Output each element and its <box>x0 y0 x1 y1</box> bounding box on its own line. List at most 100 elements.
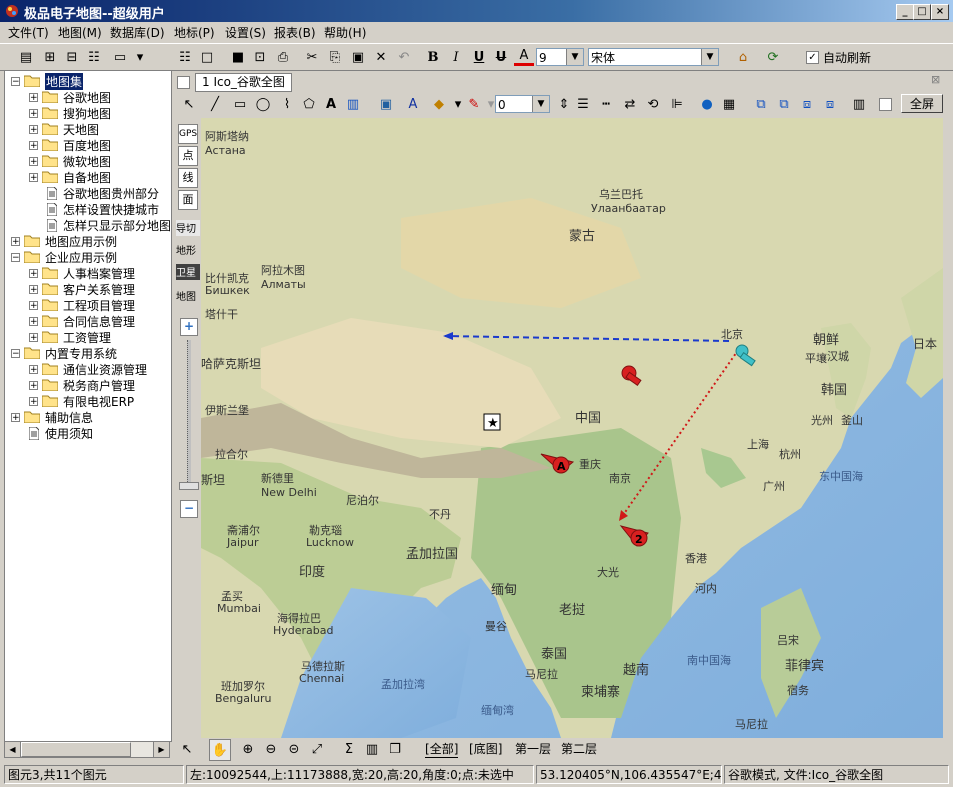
tree-item-hr[interactable]: + 人事档案管理 <box>29 265 135 281</box>
undo-icon[interactable]: ↶ <box>394 47 414 67</box>
zoom-out-button[interactable]: − <box>180 500 198 518</box>
sum-icon[interactable]: Σ <box>339 739 359 759</box>
text-tool-icon[interactable]: A <box>321 94 341 114</box>
map-mode-map[interactable]: 地图 <box>176 288 200 304</box>
copy-icon[interactable]: ⎘ <box>325 47 345 67</box>
line-width-input[interactable]: 0 ▼ <box>495 95 550 113</box>
home-icon[interactable]: ⌂ <box>733 47 753 67</box>
expand-icon[interactable]: + <box>29 172 38 182</box>
layer-tab-second[interactable]: 第二层 <box>561 740 597 757</box>
save-icon[interactable]: ■ <box>228 47 248 67</box>
pointer-icon[interactable]: ↖ <box>177 739 197 759</box>
scroll-right-icon[interactable]: ▶ <box>153 742 169 757</box>
collapse-icon[interactable]: − <box>11 76 20 86</box>
align-icon[interactable]: ⊫ <box>667 94 687 114</box>
expand-icon[interactable]: + <box>29 396 38 406</box>
expand-icon[interactable]: + <box>29 268 38 278</box>
expand-icon[interactable]: + <box>29 108 38 118</box>
strikethrough-icon[interactable]: U <box>491 47 511 67</box>
ungroup-icon[interactable]: ⧈ <box>820 94 840 114</box>
tree-item-contracts[interactable]: + 合同信息管理 <box>29 313 135 329</box>
layer-tab-first[interactable]: 第一层 <box>515 740 551 757</box>
point-button[interactable]: 点 <box>178 146 198 166</box>
map-tree[interactable]: − 地图集 + 谷歌地图 + 搜狗地图 + 天地图 + 百度地图 + 微软地图 + 自备地图… <box>4 70 172 742</box>
menu-landmark[interactable]: 地标(P) <box>174 24 215 41</box>
map-mode-satellite[interactable]: 卫星 <box>176 264 200 280</box>
refresh-icon[interactable]: ⟳ <box>763 47 783 67</box>
bold-icon[interactable]: B <box>423 47 443 67</box>
fullscreen-button[interactable]: 全屏 <box>901 94 943 113</box>
cut-icon[interactable]: ✂ <box>302 47 322 67</box>
expand-icon[interactable]: + <box>29 364 38 374</box>
dash-style-icon[interactable]: ┅ <box>596 94 616 114</box>
tree-group-map-examples[interactable]: + 地图应用示例 <box>11 233 117 249</box>
open-folder-icon[interactable]: ▭ <box>110 47 130 67</box>
expand-icon[interactable]: + <box>29 300 38 310</box>
tree-group-enterprise[interactable]: − 企业应用示例 <box>11 249 117 265</box>
italic-icon[interactable]: I <box>446 47 466 67</box>
tree-doc[interactable]: 怎样设置快捷城市 <box>47 201 159 217</box>
tree-group-aux[interactable]: + 辅助信息 <box>11 409 93 425</box>
spinner-icon[interactable]: ⇕ <box>554 94 574 114</box>
tree-horizontal-scrollbar[interactable]: ◀ ▶ <box>4 741 170 758</box>
window-icon[interactable]: ❐ <box>385 739 405 759</box>
scroll-thumb[interactable] <box>21 742 131 757</box>
map-canvas[interactable]: A 2 ★ 阿斯塔纳 Астана 乌兰巴托 Улаанбаатар 蒙古 比什… <box>201 118 943 738</box>
font-name-select[interactable]: 宋体 ▼ <box>588 48 719 66</box>
close-button[interactable]: × <box>931 4 949 20</box>
tree-item-payroll[interactable]: + 工资管理 <box>29 329 111 345</box>
tree-expand-icon[interactable]: ⊞ <box>40 47 60 67</box>
zoom-extent-icon[interactable]: ⤢ <box>307 739 327 759</box>
ellipse-tool-icon[interactable]: ◯ <box>253 94 273 114</box>
polyline-tool-icon[interactable]: ⌇ <box>277 94 297 114</box>
option-checkbox[interactable] <box>879 98 892 111</box>
zoom-in-button[interactable]: + <box>180 318 198 336</box>
zoom-slider-track[interactable] <box>187 340 191 488</box>
font-color-icon[interactable]: A <box>514 47 534 66</box>
map-mode-switch[interactable]: 导切 <box>176 220 200 236</box>
chart-icon[interactable]: ▥ <box>362 739 382 759</box>
menu-file[interactable]: 文件(T) <box>8 24 49 41</box>
document-tab[interactable]: 1 Ico_谷歌全图 <box>195 73 292 92</box>
expand-icon[interactable]: + <box>29 316 38 326</box>
line-style-icon[interactable]: ☰ <box>573 94 593 114</box>
expand-icon[interactable]: + <box>29 140 38 150</box>
doc-select-checkbox[interactable] <box>177 76 190 89</box>
expand-icon[interactable]: + <box>29 156 38 166</box>
tree-item-tax[interactable]: + 税务商户管理 <box>29 377 135 393</box>
tree-item-sogou[interactable]: + 搜狗地图 <box>29 105 111 121</box>
image-tool-icon[interactable]: ▣ <box>376 94 396 114</box>
expand-icon[interactable]: + <box>11 236 20 246</box>
zoom-in-icon[interactable]: ⊕ <box>238 739 258 759</box>
layout-icon[interactable]: ▤ <box>16 47 36 67</box>
tree-item-telecom[interactable]: + 通信业资源管理 <box>29 361 147 377</box>
collapse-icon[interactable]: − <box>11 252 20 262</box>
font-size-select[interactable]: 9 ▼ <box>536 48 584 66</box>
polygon-tool-icon[interactable]: ⬠ <box>299 94 319 114</box>
rotate-icon[interactable]: ⟲ <box>643 94 663 114</box>
zoom-slider-thumb[interactable] <box>179 482 199 490</box>
scroll-left-icon[interactable]: ◀ <box>5 742 21 757</box>
print-icon[interactable]: ⎙ <box>273 47 293 67</box>
pan-hand-icon[interactable]: ✋ <box>209 739 231 761</box>
send-back-icon[interactable]: ⧉ <box>774 94 794 114</box>
delete-icon[interactable]: ✕ <box>371 47 391 67</box>
menu-database[interactable]: 数据库(D) <box>110 24 165 41</box>
minimize-button[interactable]: _ <box>896 4 914 20</box>
tree-doc[interactable]: 怎样只显示部分地图 <box>47 217 171 233</box>
tree-doc[interactable]: 谷歌地图贵州部分 <box>47 185 159 201</box>
expand-icon[interactable]: + <box>29 380 38 390</box>
zoom-out-icon[interactable]: ⊖ <box>261 739 281 759</box>
tree-item-projects[interactable]: + 工程项目管理 <box>29 297 135 313</box>
expand-icon[interactable]: + <box>11 412 20 422</box>
globe-icon[interactable]: ● <box>697 94 717 114</box>
group-icon[interactable]: ⧈ <box>797 94 817 114</box>
expand-icon[interactable]: + <box>29 124 38 134</box>
tree-item-microsoft[interactable]: + 微软地图 <box>29 153 111 169</box>
gps-button[interactable]: GPS <box>178 124 198 144</box>
tree-doc-notice[interactable]: 使用须知 <box>29 425 93 441</box>
maximize-button[interactable]: □ <box>913 4 931 20</box>
menu-settings[interactable]: 设置(S) <box>225 24 266 41</box>
tree-collapse-icon[interactable]: ⊟ <box>62 47 82 67</box>
map-svg[interactable]: A 2 ★ 阿斯塔纳 Астана 乌兰巴托 Улаанбаатар 蒙古 比什… <box>201 118 943 738</box>
